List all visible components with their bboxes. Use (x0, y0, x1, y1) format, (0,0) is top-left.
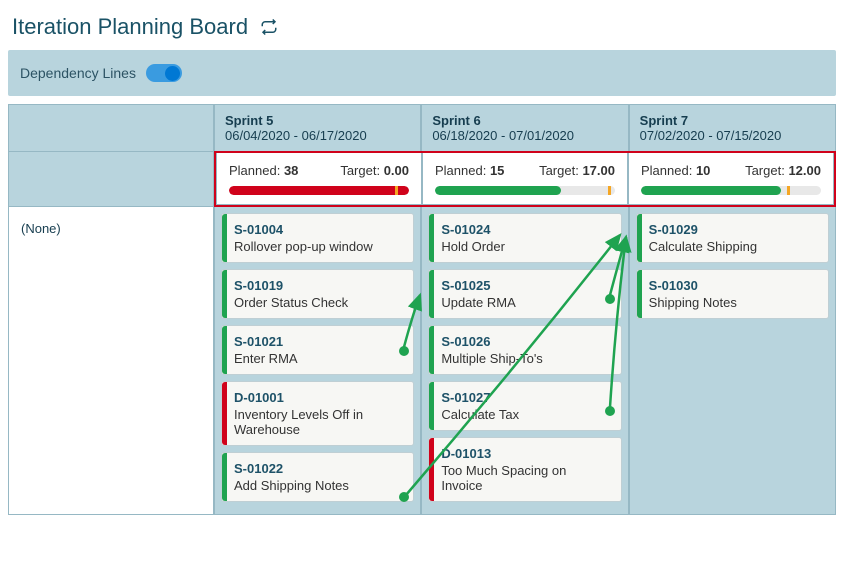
card-s-01022[interactable]: S-01022Add Shipping Notes (221, 452, 414, 502)
card-d-01001[interactable]: D-01001Inventory Levels Off in Warehouse (221, 381, 414, 446)
sprint-dates: 07/02/2020 - 07/15/2020 (640, 128, 825, 143)
capacity-left-empty (8, 152, 214, 207)
sync-icon[interactable] (260, 18, 278, 36)
sprint-6-column[interactable]: S-01024Hold Order S-01025Update RMA S-01… (421, 207, 628, 515)
sprint-header-7[interactable]: Sprint 7 07/02/2020 - 07/15/2020 (629, 104, 836, 152)
sprint-header-6[interactable]: Sprint 6 06/18/2020 - 07/01/2020 (421, 104, 628, 152)
card-s-01030[interactable]: S-01030Shipping Notes (636, 269, 829, 319)
capacity-sprint-7: Planned: 10 Target: 12.00 (628, 153, 834, 205)
capacity-bar (435, 186, 615, 195)
card-s-01026[interactable]: S-01026Multiple Ship-To's (428, 325, 621, 375)
sprint-name: Sprint 6 (432, 113, 617, 128)
card-s-01025[interactable]: S-01025Update RMA (428, 269, 621, 319)
card-d-01013[interactable]: D-01013Too Much Spacing on Invoice (428, 437, 621, 502)
dependency-lines-label: Dependency Lines (20, 65, 136, 81)
capacity-bar (641, 186, 821, 195)
card-s-01029[interactable]: S-01029Calculate Shipping (636, 213, 829, 263)
page-title: Iteration Planning Board (12, 14, 248, 40)
sprint-5-column[interactable]: S-01004Rollover pop-up window S-01019Ord… (214, 207, 421, 515)
card-s-01027[interactable]: S-01027Calculate Tax (428, 381, 621, 431)
capacity-sprint-5: Planned: 38 Target: 0.00 (216, 153, 422, 205)
sprint-7-column[interactable]: S-01029Calculate Shipping S-01030Shippin… (629, 207, 836, 515)
card-s-01004[interactable]: S-01004Rollover pop-up window (221, 213, 414, 263)
card-s-01019[interactable]: S-01019Order Status Check (221, 269, 414, 319)
sprint-header-5[interactable]: Sprint 5 06/04/2020 - 06/17/2020 (214, 104, 421, 152)
card-s-01021[interactable]: S-01021Enter RMA (221, 325, 414, 375)
capacity-sprint-6: Planned: 15 Target: 17.00 (422, 153, 628, 205)
sprint-dates: 06/18/2020 - 07/01/2020 (432, 128, 617, 143)
capacity-highlight: Planned: 38 Target: 0.00 Planned: 15 Tar… (214, 151, 836, 207)
sprint-dates: 06/04/2020 - 06/17/2020 (225, 128, 410, 143)
card-s-01024[interactable]: S-01024Hold Order (428, 213, 621, 263)
swimlane-label: (None) (8, 207, 214, 515)
sprint-name: Sprint 7 (640, 113, 825, 128)
row-header-empty (8, 104, 214, 152)
sprint-name: Sprint 5 (225, 113, 410, 128)
capacity-bar (229, 186, 409, 195)
toolbar: Dependency Lines (8, 50, 836, 96)
dependency-lines-toggle[interactable] (146, 64, 182, 82)
